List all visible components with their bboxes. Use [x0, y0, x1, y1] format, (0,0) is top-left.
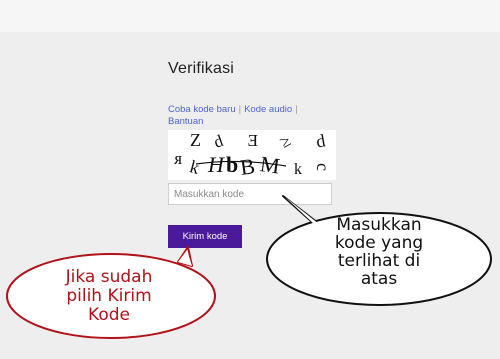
captcha-glyph: d [211, 131, 226, 152]
page-title: Verifikasi [168, 60, 235, 77]
left-callout-bubble [6, 246, 216, 339]
captcha-glyph: H [207, 152, 225, 177]
separator: | [238, 104, 242, 115]
callout-line: pilih Kirim [66, 286, 152, 306]
top-bar [0, 0, 500, 32]
new-code-link[interactable]: Coba kode baru [168, 104, 236, 115]
captcha-glyph: E [248, 131, 258, 150]
callout-line: Jika sudah [65, 267, 153, 287]
callout-line: atas [360, 269, 398, 289]
captcha-glyph: k [188, 156, 202, 178]
captcha-glyph: k [294, 161, 302, 178]
captcha-distorted-text: ʁ Z d E ≥ d k H b B M k c [173, 130, 333, 180]
callout-line: Kode [88, 305, 130, 325]
callout-line: kode yang [334, 233, 424, 253]
callout-line: terlihat di [337, 251, 421, 271]
captcha-glyph: B [238, 153, 256, 180]
separator: | [295, 104, 298, 115]
captcha-options: Coba kode baru | Kode audio | Bantuan [168, 104, 318, 128]
captcha-glyph: ≥ [276, 131, 294, 152]
callout-line: Masukkan [336, 215, 422, 235]
left-callout-text: Jika sudah pilih Kirim Kode [24, 268, 194, 325]
right-callout-bubble [266, 195, 492, 306]
captcha-glyph: ʁ [173, 152, 182, 171]
captcha-glyph: Z [190, 130, 201, 150]
audio-code-link[interactable]: Kode audio [244, 104, 292, 115]
send-code-button[interactable]: Kirim kode [168, 225, 242, 248]
captcha-glyph: c [313, 163, 333, 171]
captcha-glyph: d [314, 130, 326, 151]
captcha-image: ʁ Z d E ≥ d k H b B M k c [168, 130, 336, 180]
captcha-glyph: b [226, 152, 238, 177]
captcha-code-input[interactable] [168, 183, 332, 205]
right-callout-text: Masukkan kode yang terlihat di atas [295, 216, 463, 288]
help-link[interactable]: Bantuan [168, 116, 203, 127]
